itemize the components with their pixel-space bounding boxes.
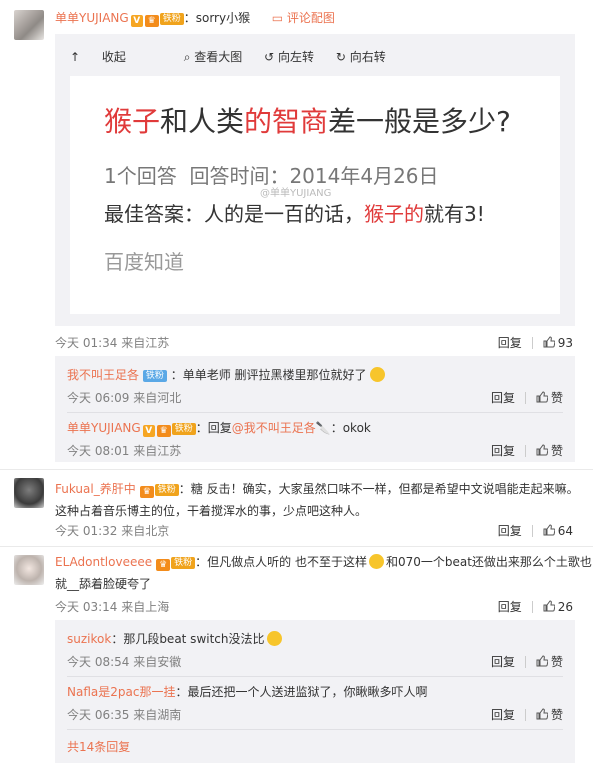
thumb-up-icon: [536, 391, 548, 403]
mention-link[interactable]: @我不叫王足各: [232, 421, 316, 435]
search-icon: ⌕: [183, 50, 191, 64]
tiefen-badge: 铁粉: [159, 13, 184, 25]
like-button[interactable]: 赞: [536, 653, 563, 670]
subreply-time: 今天 08:54 来自安徽: [67, 655, 182, 669]
post-author-link[interactable]: 单单YUJIANG: [55, 11, 129, 25]
reply-button[interactable]: 回复: [491, 389, 515, 406]
comment-text: ELAdontloveeee ♛ 铁粉 ：但凡做点人听的 也不至于这样 和070一个be…: [55, 554, 592, 591]
comment-time: 今天 01:34 来自江苏: [55, 336, 170, 350]
post-header: 单单YUJIANG V ♛ 铁粉 ：sorry小猴 ▭ 评论配图: [55, 11, 335, 27]
verified-badge: V: [142, 425, 155, 437]
crown-icon: ♛: [139, 486, 154, 498]
thumb-up-icon: [536, 708, 548, 720]
image-icon: ▭: [271, 11, 284, 25]
source-label: 百度知道: [104, 250, 184, 274]
subreply-actions: 回复 赞: [491, 442, 563, 459]
viewer-toolbar: ↑ 收起 ⌕ 查看大图 ↺ 向左转 ↻ 向右转: [70, 48, 386, 65]
post-text: sorry小猴: [195, 11, 251, 25]
subreply: suzikok：那几段beat switch没法比: [67, 630, 282, 647]
subreply-author-link[interactable]: Nafla是2pac那一挂: [67, 685, 175, 699]
tiefen-badge: 铁粉: [171, 557, 196, 569]
subreply-actions: 回复 赞: [491, 389, 563, 406]
sweat-emoji-icon: [368, 554, 384, 569]
rotate-left-icon: ↺: [264, 50, 275, 64]
crown-icon: ♛: [144, 15, 159, 27]
like-button[interactable]: 赞: [536, 706, 563, 723]
collapse-button[interactable]: ↑ 收起: [70, 50, 144, 64]
comment-author-link[interactable]: ELAdontloveeee: [55, 555, 152, 569]
like-button[interactable]: 赞: [536, 442, 563, 459]
subreply-author-link[interactable]: 我不叫王足各: [67, 368, 139, 382]
reply-button[interactable]: 回复: [498, 334, 522, 351]
subreply-actions: 回复 赞: [491, 706, 563, 723]
thumb-up-icon: [543, 524, 555, 536]
tiefen-badge: 铁粉: [142, 370, 167, 382]
pic-comment-link[interactable]: ▭ 评论配图: [272, 11, 335, 25]
subreply-author-link[interactable]: suzikok: [67, 632, 111, 646]
best-answer: 最佳答案：人的是一百的话，猴子的就有3!: [104, 202, 485, 226]
comment-actions: 回复 26: [498, 598, 573, 615]
comment-text: Fukual_养肝中 ♛ 铁粉 ：糖 反击！确实，大家虽然口味不一样，但都是希望中文说…: [55, 482, 579, 518]
subreply-text: 单单老师 删评拉黑楼里那位就好了: [182, 368, 367, 382]
reply-button[interactable]: 回复: [498, 522, 522, 539]
thumb-up-icon: [543, 336, 555, 348]
watermark: @单单YUJIANG: [260, 188, 332, 199]
comment-time: 今天 03:14 来自上海: [55, 600, 170, 614]
thumb-up-icon: [536, 655, 548, 667]
avatar[interactable]: [14, 478, 44, 508]
like-button[interactable]: 93: [543, 336, 573, 350]
tiefen-badge: 铁粉: [171, 423, 196, 435]
more-replies-link[interactable]: 共14条回复: [67, 738, 130, 755]
rotate-right-icon: ↻: [335, 50, 346, 64]
comment-image[interactable]: 猴子和人类的智商差一般是多少? 1个回答 回答时间：2014年4月26日 @单单…: [70, 76, 560, 314]
subreply-actions: 回复 赞: [491, 653, 563, 670]
subreply-time: 今天 08:01 来自江苏: [67, 444, 182, 458]
image-viewer: ↑ 收起 ⌕ 查看大图 ↺ 向左转 ↻ 向右转 猴子和人类的智商差一般是多少? …: [55, 34, 575, 326]
reply-button[interactable]: 回复: [491, 706, 515, 723]
arrow-up-icon: ↑: [70, 50, 81, 64]
reply-button[interactable]: 回复: [491, 653, 515, 670]
comment-author-link[interactable]: Fukual_养肝中: [55, 482, 136, 496]
question-title: 猴子和人类的智商差一般是多少?: [104, 105, 511, 138]
crown-icon: ♛: [156, 559, 171, 571]
avatar[interactable]: [14, 555, 44, 585]
comment-actions: 回复 93: [498, 334, 573, 351]
like-button[interactable]: 64: [543, 524, 573, 538]
thumb-up-icon: [543, 600, 555, 612]
laugh-emoji-icon: [266, 631, 282, 646]
subreply-author-link[interactable]: 单单YUJIANG: [67, 421, 141, 435]
subreply: Nafla是2pac那一挂：最后还把一个人送进监狱了，你瞅瞅多吓人啊: [67, 685, 428, 699]
subreply: 单单YUJIANG V ♛ 铁粉 ：回复@我不叫王足各🔪：okok: [67, 421, 371, 437]
subreply-time: 今天 06:35 来自湖南: [67, 708, 182, 722]
like-button[interactable]: 赞: [536, 389, 563, 406]
thumb-up-icon: [536, 444, 548, 456]
comment-time: 今天 01:32 来自北京: [55, 524, 170, 538]
like-button[interactable]: 26: [543, 600, 573, 614]
subreply: 我不叫王足各 铁粉 ：单单老师 删评拉黑楼里那位就好了: [67, 366, 386, 383]
knife-icon: 🔪: [315, 421, 331, 435]
rotate-right-button[interactable]: ↻ 向右转: [336, 50, 386, 64]
smile-emoji-icon: [370, 367, 386, 382]
view-large-button[interactable]: ⌕ 查看大图: [184, 50, 243, 64]
reply-button[interactable]: 回复: [498, 598, 522, 615]
avatar[interactable]: [14, 10, 44, 40]
crown-icon: ♛: [156, 425, 171, 437]
reply-button[interactable]: 回复: [491, 442, 515, 459]
comment-actions: 回复 64: [498, 522, 573, 539]
rotate-left-button[interactable]: ↺ 向左转: [264, 50, 314, 64]
verified-badge: V: [130, 15, 143, 27]
subreply-time: 今天 06:09 来自河北: [67, 391, 182, 405]
tiefen-badge: 铁粉: [154, 484, 179, 496]
